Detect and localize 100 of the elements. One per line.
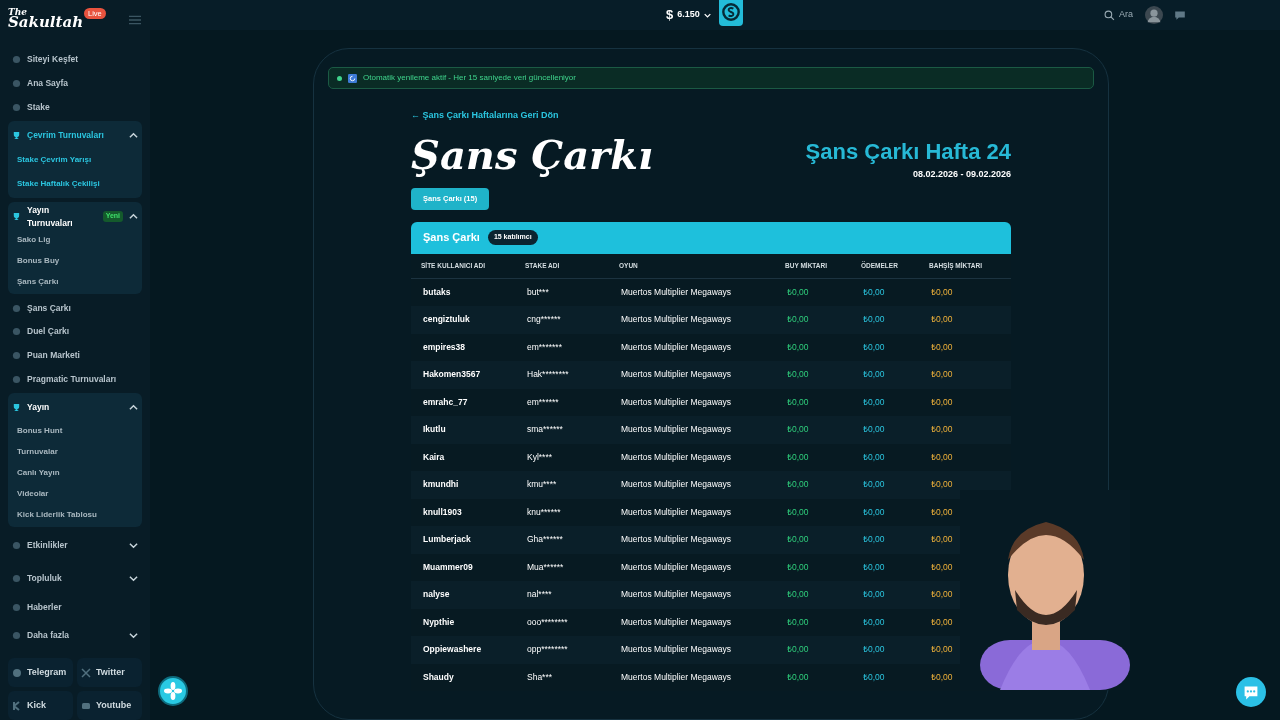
balance-dropdown[interactable]: $ 6.150 bbox=[666, 5, 711, 25]
currency-button[interactable] bbox=[719, 0, 743, 26]
search-button[interactable]: Ara bbox=[1104, 8, 1133, 22]
table-cell: ₺0,00 bbox=[775, 581, 851, 609]
table-cell: em****** bbox=[515, 388, 609, 416]
back-link[interactable]: ← Şans Çarkı Haftalarına Geri Dön bbox=[411, 109, 559, 123]
table-cell: butaks bbox=[411, 278, 515, 306]
chevron-up-icon bbox=[129, 403, 138, 413]
table-cell: ooo******** bbox=[515, 608, 609, 636]
chevron-down-icon bbox=[129, 574, 138, 584]
table-cell: Muertos Multiplier Megaways bbox=[609, 581, 775, 609]
table-cell: ₺0,00 bbox=[775, 278, 851, 306]
k-icon bbox=[12, 700, 22, 711]
table-cell: emrahc_77 bbox=[411, 388, 515, 416]
table-cell: ₺0,00 bbox=[851, 388, 919, 416]
table-cell: ₺0,00 bbox=[919, 361, 1011, 389]
social-button[interactable]: Youtube bbox=[77, 691, 142, 720]
item-icon bbox=[12, 374, 21, 384]
table-cell: Ikutlu bbox=[411, 416, 515, 444]
sidebar-group-header[interactable]: Yayın bbox=[8, 395, 142, 421]
table-cell: Muertos Multiplier Megaways bbox=[609, 471, 775, 499]
table-cell: ₺0,00 bbox=[851, 553, 919, 581]
social-button[interactable]: Telegram bbox=[8, 658, 73, 687]
chat-icon bbox=[1243, 684, 1259, 701]
social-button[interactable]: Kick bbox=[8, 691, 73, 720]
sidebar-item[interactable]: Stake bbox=[8, 95, 142, 120]
table-cell: ₺0,00 bbox=[775, 443, 851, 471]
sidebar-subitem[interactable]: Bonus Buy bbox=[8, 250, 142, 272]
table-cell: ₺0,00 bbox=[851, 471, 919, 499]
sidebar-item[interactable]: Duel Çarkı bbox=[8, 319, 142, 344]
table-cell: Lumberjack bbox=[411, 526, 515, 554]
sidebar-subitem[interactable]: Canlı Yayın bbox=[8, 462, 142, 484]
search-icon bbox=[1104, 9, 1115, 21]
table-cell: sma****** bbox=[515, 416, 609, 444]
item-icon bbox=[12, 631, 21, 640]
table-cell: ₺0,00 bbox=[775, 416, 851, 444]
table-cell: Muertos Multiplier Megaways bbox=[609, 498, 775, 526]
sidebar-subitem[interactable]: Kick Liderlik Tablosu bbox=[8, 504, 142, 526]
table-cell: ₺0,00 bbox=[919, 388, 1011, 416]
table-cell: Muertos Multiplier Megaways bbox=[609, 388, 775, 416]
table-cell: ₺0,00 bbox=[775, 608, 851, 636]
table-cell: Kaira bbox=[411, 443, 515, 471]
table-cell: ₺0,00 bbox=[919, 333, 1011, 361]
trophy-icon bbox=[12, 212, 21, 222]
table-cell: ₺0,00 bbox=[775, 361, 851, 389]
table-cell: ₺0,00 bbox=[775, 388, 851, 416]
sidebar-group-header[interactable]: Etkinlikler bbox=[8, 533, 142, 559]
sidebar-item[interactable]: Pragmatic Turnuvaları bbox=[8, 367, 142, 392]
chat-button[interactable] bbox=[1236, 677, 1266, 707]
sidebar-group-header[interactable]: Çevrim Turnuvaları bbox=[8, 123, 142, 149]
x-icon bbox=[81, 667, 91, 678]
chevron-down-icon bbox=[703, 11, 711, 19]
sidebar-item[interactable]: Ana Sayfa bbox=[8, 71, 142, 96]
sidebar-item[interactable]: Puan Marketi bbox=[8, 343, 142, 368]
table-cell: Muertos Multiplier Megaways bbox=[609, 443, 775, 471]
coin-icon bbox=[719, 0, 743, 24]
trophy-icon bbox=[12, 131, 21, 141]
table-cell: nalyse bbox=[411, 581, 515, 609]
table-cell: Muertos Multiplier Megaways bbox=[609, 333, 775, 361]
sidebar-item[interactable]: Siteyi Keşfet bbox=[8, 47, 142, 72]
sidebar-subitem[interactable]: Videolar bbox=[8, 483, 142, 505]
table-cell: ₺0,00 bbox=[919, 443, 1011, 471]
table-cell: ₺0,00 bbox=[919, 278, 1011, 306]
table-cell: ₺0,00 bbox=[851, 306, 919, 334]
table-cell: Hakomen3567 bbox=[411, 361, 515, 389]
flower-button[interactable] bbox=[158, 676, 188, 706]
sidebar-subitem[interactable]: Turnuvalar bbox=[8, 441, 142, 463]
table-cell: Muertos Multiplier Megaways bbox=[609, 663, 775, 691]
status-dot-icon bbox=[337, 75, 342, 81]
table-cell: Muertos Multiplier Megaways bbox=[609, 636, 775, 664]
table-cell: ₺0,00 bbox=[851, 636, 919, 664]
sidebar-subitem[interactable]: Şans Çarkı bbox=[8, 271, 142, 293]
sidebar-subitem[interactable]: Bonus Hunt bbox=[8, 420, 142, 442]
sidebar-item[interactable]: Şans Çarkı bbox=[8, 296, 142, 320]
sidebar-group-header[interactable]: Daha fazla bbox=[8, 623, 142, 648]
sidebar-subitem[interactable]: Sako Lig bbox=[8, 229, 142, 251]
table-title: Şans Çarkı bbox=[423, 230, 480, 246]
avatar-icon[interactable] bbox=[1145, 6, 1163, 24]
logo[interactable]: The Sakultah bbox=[8, 8, 84, 30]
chevron-up-icon bbox=[129, 131, 138, 141]
table-cell: Muertos Multiplier Megaways bbox=[609, 608, 775, 636]
item-icon bbox=[12, 602, 21, 612]
sidebar-subitem[interactable]: Stake Çevrim Yarışı bbox=[8, 148, 142, 173]
table-cell: ₺0,00 bbox=[775, 333, 851, 361]
sidebar-item[interactable]: Haberler bbox=[8, 595, 142, 619]
table-cell: ₺0,00 bbox=[851, 443, 919, 471]
sidebar-group-header[interactable]: Topluluk bbox=[8, 566, 142, 592]
item-icon bbox=[12, 303, 21, 313]
table-cell: ₺0,00 bbox=[775, 471, 851, 499]
table-cell: ₺0,00 bbox=[919, 416, 1011, 444]
table-cell: knu****** bbox=[515, 498, 609, 526]
table-cell: ₺0,00 bbox=[919, 498, 1011, 526]
table-cell: cng****** bbox=[515, 306, 609, 334]
table-cell: cengiztuluk bbox=[411, 306, 515, 334]
item-icon bbox=[12, 55, 21, 65]
table-cell: ₺0,00 bbox=[919, 663, 1011, 691]
social-button[interactable]: Twitter bbox=[77, 658, 142, 687]
sidebar-subitem[interactable]: Stake Haftalık Çekilişi bbox=[8, 172, 142, 197]
table-cell: Muertos Multiplier Megaways bbox=[609, 306, 775, 334]
table-cell: ₺0,00 bbox=[775, 306, 851, 334]
